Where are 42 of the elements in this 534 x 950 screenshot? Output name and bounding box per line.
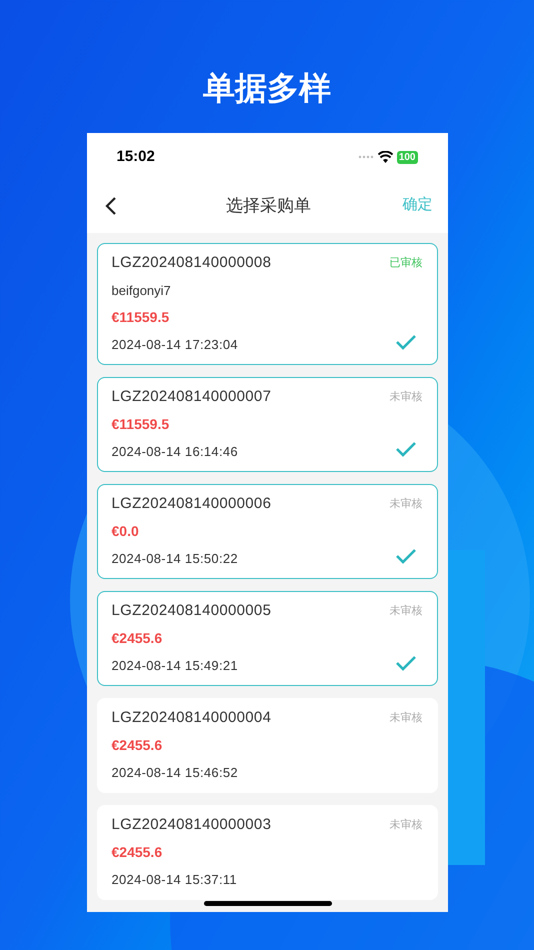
signal-icon: [358, 155, 374, 159]
order-amount: €11559.5: [112, 308, 170, 327]
order-time: 2024-08-14 15:37:11: [112, 870, 237, 889]
check-icon: [394, 440, 416, 456]
check-icon: [394, 334, 416, 350]
order-status: 未审核: [390, 604, 422, 620]
order-card[interactable]: LGZ202408140000005 未审核 €2455.6 2024-08-14 15:49:21: [96, 591, 438, 686]
page-title: 选择采购单: [226, 194, 311, 217]
order-card[interactable]: LGZ202408140000007 未审核 €11559.5 2024-08-14 16:14:46: [96, 377, 438, 472]
order-number: LGZ202408140000004: [112, 708, 272, 728]
order-amount: €2455.6: [112, 843, 162, 862]
order-amount: €2455.6: [112, 736, 162, 755]
order-status: 未审核: [390, 710, 422, 726]
order-amount: €2455.6: [112, 629, 162, 648]
order-card[interactable]: LGZ202408140000004 未审核 €2455.6 2024-08-14 15:46:52: [96, 698, 438, 793]
order-time: 2024-08-14 15:46:52: [112, 764, 238, 782]
order-amount: €0.0: [112, 522, 139, 541]
status-time: 15:02: [116, 146, 155, 167]
order-status: 未审核: [390, 818, 422, 834]
headline: 单据多样: [203, 69, 331, 108]
order-status: 未审核: [390, 390, 422, 406]
wifi-icon: [378, 151, 393, 163]
back-icon[interactable]: [104, 196, 116, 216]
order-card[interactable]: LGZ202408140000008 已审核 beifgonyi7 €11559.5 2024-08-14 17:23:04: [96, 243, 438, 365]
order-time: 2024-08-14 16:14:46: [112, 442, 238, 461]
order-status: 未审核: [390, 496, 422, 512]
order-amount: €11559.5: [112, 415, 170, 434]
check-icon: [394, 654, 416, 670]
order-status: 已审核: [390, 256, 422, 272]
order-number: LGZ202408140000006: [112, 494, 272, 514]
supplier-name: beifgonyi7: [112, 282, 171, 300]
order-number: LGZ202408140000008: [112, 253, 272, 274]
battery-icon: 100: [396, 150, 418, 164]
order-number: LGZ202408140000007: [112, 387, 272, 408]
order-number: LGZ202408140000003: [112, 815, 272, 836]
order-card[interactable]: LGZ202408140000006 未审核 €0.0 2024-08-14 15:50:22: [96, 484, 438, 579]
order-time: 2024-08-14 15:49:21: [112, 656, 238, 675]
order-time: 2024-08-14 17:23:04: [112, 336, 238, 354]
order-time: 2024-08-14 15:50:22: [112, 550, 238, 568]
check-icon: [394, 548, 416, 564]
order-card[interactable]: LGZ202408140000003 未审核 €2455.6 2024-08-14 15:37:11: [96, 805, 438, 900]
order-number: LGZ202408140000005: [112, 601, 272, 622]
